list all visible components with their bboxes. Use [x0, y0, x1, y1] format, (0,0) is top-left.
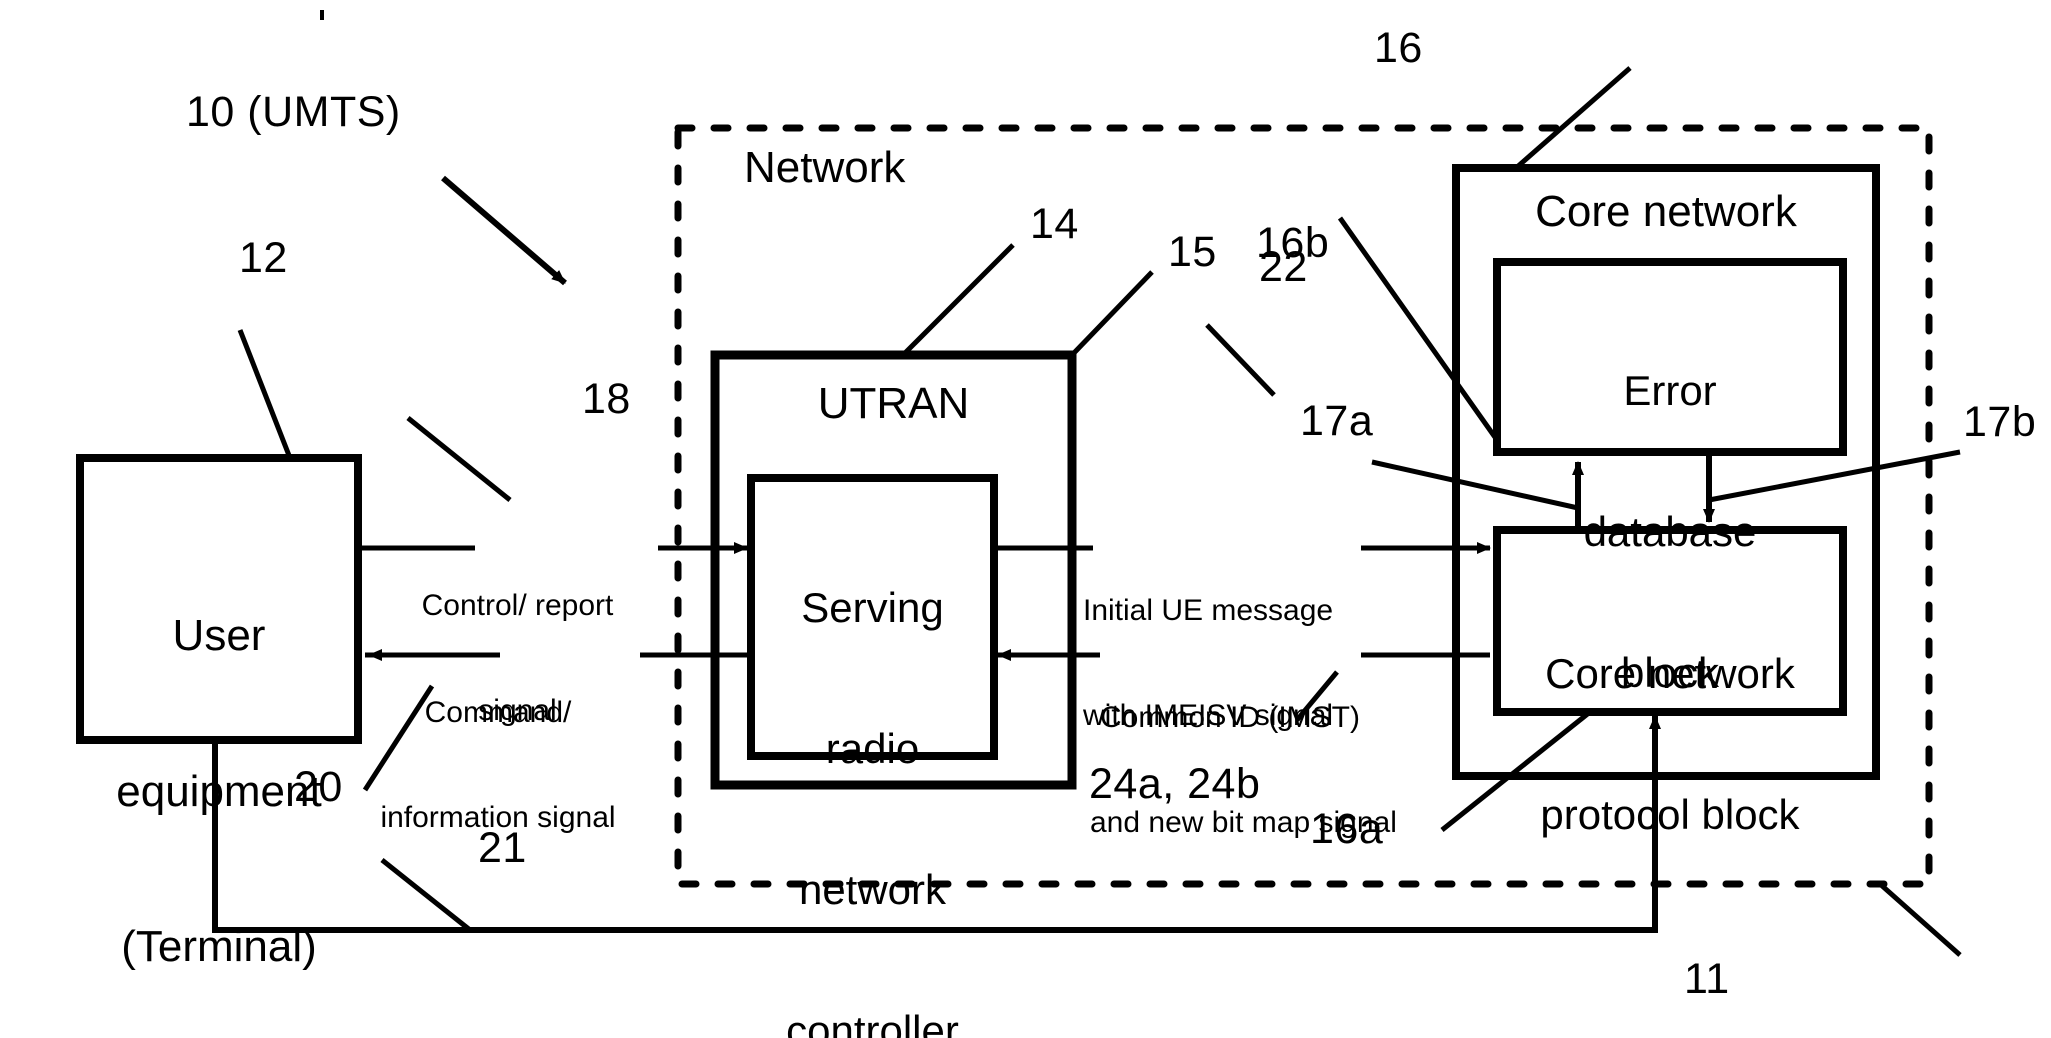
control-report-line-1: Control/ report: [421, 589, 614, 623]
leader-15: [1070, 270, 1154, 357]
network-boundary-title: Network: [744, 143, 906, 192]
numeral-21: 21: [478, 824, 527, 872]
cn-protocol-line-2: protocol block: [1540, 791, 1800, 839]
command-info-line-1: Command/: [424, 696, 572, 730]
numeral-18: 18: [582, 375, 631, 423]
leader-14: [901, 243, 1015, 357]
numeral-14: 14: [1030, 200, 1079, 248]
leader-18: [406, 416, 512, 502]
core-network-protocol-label: Core network protocol block: [1482, 556, 1858, 932]
numeral-16a: 16a: [1310, 805, 1384, 853]
core-network-label: Core network: [1535, 187, 1797, 236]
leader-11: [1878, 882, 1962, 957]
error-database-line-1: Error: [1623, 367, 1717, 415]
numeral-17a: 17a: [1300, 397, 1374, 445]
common-id-line-1: Common ID (IMST): [1099, 701, 1360, 735]
initial-ue-line-1: Initial UE message: [1083, 594, 1334, 628]
cn-protocol-line-1: Core network: [1545, 650, 1795, 698]
arrow-10-umts: [441, 175, 567, 286]
user-equipment-line-3: (Terminal): [121, 922, 317, 972]
srnc-line-4: controller: [786, 1007, 959, 1038]
leader-22: [1205, 323, 1276, 397]
numeral-15: 15: [1168, 228, 1217, 276]
srnc-line-1: Serving: [801, 584, 944, 632]
numeral-16: 16: [1374, 24, 1423, 72]
srnc-label: Serving radio network controller: [746, 490, 999, 1038]
leader-16: [1514, 66, 1632, 170]
numeral-24a-24b: 24a, 24b: [1089, 760, 1261, 808]
error-database-line-2: database: [1583, 508, 1757, 556]
user-equipment-line-1: User: [172, 610, 266, 660]
numeral-20: 20: [294, 763, 343, 811]
numeral-11: 11: [1684, 955, 1730, 1003]
numeral-12: 12: [239, 234, 288, 282]
numeral-17b: 17b: [1963, 398, 2037, 446]
numeral-16b: 16b: [1256, 219, 1330, 267]
utran-label: UTRAN: [817, 379, 970, 428]
numeral-10-umts: 10 (UMTS): [186, 88, 401, 136]
leader-12: [237, 329, 293, 459]
srnc-line-3: network: [798, 866, 947, 914]
srnc-line-2: radio: [825, 725, 920, 773]
patent-figure: 10 (UMTS) 12 User equipment (Terminal) N…: [0, 0, 2051, 1038]
